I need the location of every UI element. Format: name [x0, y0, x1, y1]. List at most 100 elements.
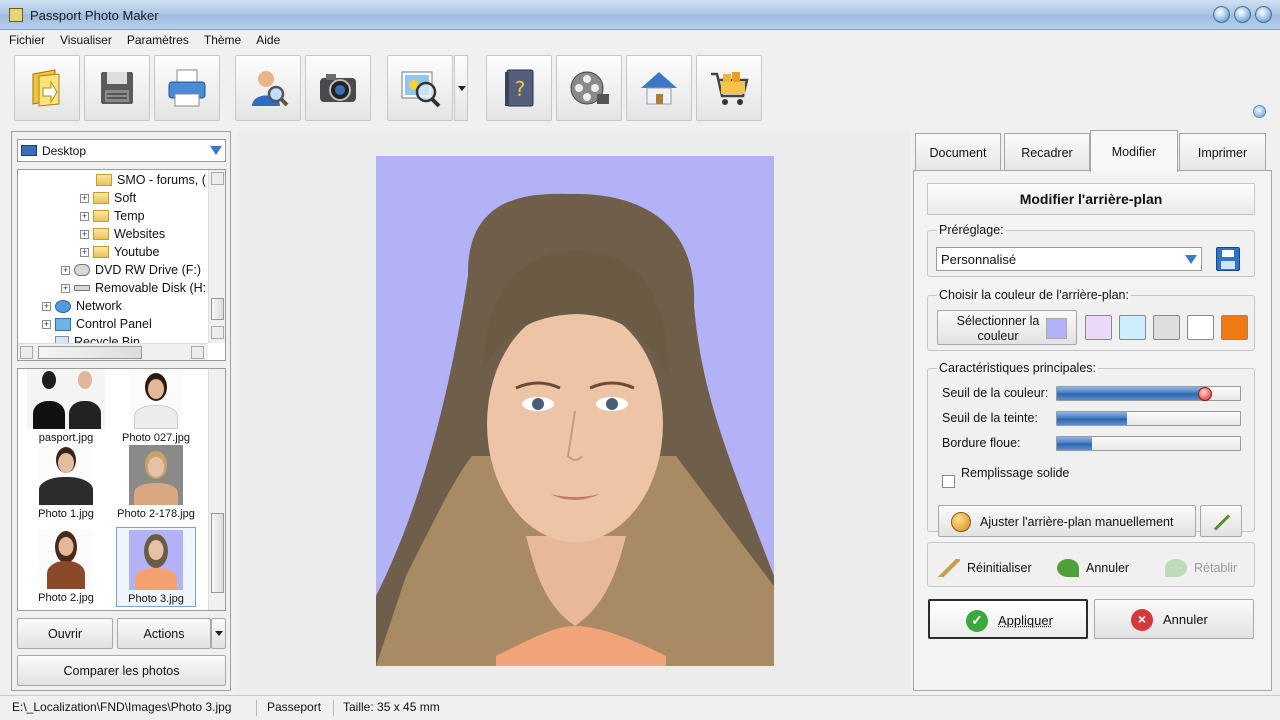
image-zoom-button[interactable] — [387, 55, 453, 121]
scroll-down-arrow[interactable] — [211, 326, 224, 339]
tab-imprimer[interactable]: Imprimer — [1179, 133, 1266, 171]
thumbnails-scrollbar[interactable] — [208, 369, 225, 610]
tab-document[interactable]: Document — [915, 133, 1001, 171]
tree-item[interactable]: + Control Panel — [42, 315, 152, 333]
network-icon — [55, 299, 71, 313]
solid-fill-checkbox[interactable] — [942, 475, 955, 488]
thumbnail-item[interactable]: Photo 2.jpg — [26, 529, 106, 604]
scroll-right-arrow[interactable] — [191, 346, 204, 359]
maximize-button[interactable] — [1234, 6, 1251, 23]
tree-item-label: SMO - forums, ( — [117, 173, 206, 187]
tab-recadrer[interactable]: Recadrer — [1004, 133, 1090, 171]
hue-threshold-slider[interactable] — [1056, 411, 1241, 426]
expand-icon[interactable]: + — [42, 319, 51, 329]
compare-photos-button[interactable]: Comparer les photos — [17, 655, 226, 686]
expand-icon[interactable]: + — [80, 247, 89, 257]
tree-item-label: DVD RW Drive (F:) — [95, 263, 202, 277]
dvd-drive-icon — [74, 264, 90, 276]
open-photo-button[interactable]: Ouvrir — [17, 618, 113, 649]
menu-aide[interactable]: Aide — [247, 30, 286, 50]
slider-handle[interactable] — [1198, 387, 1212, 401]
actions-dropdown[interactable] — [211, 618, 226, 649]
thumbnail-image — [27, 369, 105, 429]
blur-border-slider[interactable] — [1056, 436, 1241, 451]
thumbnail-item[interactable]: pasport.jpg — [26, 369, 106, 444]
thumbnail-item[interactable]: Photo 1.jpg — [26, 445, 106, 520]
menu-visualiser[interactable]: Visualiser — [51, 30, 118, 50]
print-button[interactable] — [154, 55, 220, 121]
scroll-thumb[interactable] — [211, 513, 224, 593]
help-button[interactable]: ? — [486, 55, 552, 121]
menu-theme[interactable]: Thème — [195, 30, 247, 50]
person-search-button[interactable] — [235, 55, 301, 121]
tree-item[interactable]: + Youtube — [80, 243, 159, 261]
passport-photo[interactable] — [376, 156, 774, 666]
thumbnail-item-selected[interactable]: Photo 3.jpg — [116, 527, 196, 607]
swatch-orange[interactable] — [1221, 315, 1248, 340]
expand-icon[interactable]: + — [61, 265, 70, 275]
tree-item[interactable]: + Removable Disk (H: — [61, 279, 206, 297]
control-panel-icon — [55, 317, 71, 331]
shop-button[interactable] — [696, 55, 762, 121]
desktop-icon — [21, 145, 37, 156]
camera-icon — [320, 74, 356, 102]
tree-item[interactable]: + Temp — [80, 207, 145, 225]
help-book-icon: ? — [505, 69, 534, 107]
tab-modifier[interactable]: Modifier — [1090, 130, 1178, 172]
scroll-thumb[interactable] — [38, 346, 142, 359]
reset-label: Réinitialiser — [967, 561, 1032, 575]
tree-item[interactable]: + Soft — [80, 189, 136, 207]
minimize-button[interactable] — [1213, 6, 1230, 23]
save-button[interactable] — [84, 55, 150, 121]
magic-wand-button[interactable] — [1200, 505, 1242, 537]
color-threshold-label: Seuil de la couleur: — [942, 386, 1049, 400]
expand-icon[interactable]: + — [42, 301, 51, 311]
menu-parametres[interactable]: Paramètres — [118, 30, 195, 50]
main-params-label: Caractéristiques principales: — [937, 361, 1099, 375]
tree-item[interactable]: + Websites — [80, 225, 165, 243]
scroll-down-arrow[interactable] — [211, 595, 224, 608]
thumbnail-item[interactable]: Photo 2-178.jpg — [116, 445, 196, 520]
apply-button[interactable]: ✓ Appliquer — [928, 599, 1088, 639]
actions-button[interactable]: Actions — [117, 618, 211, 649]
swatch-gray[interactable] — [1153, 315, 1180, 340]
swatch-white[interactable] — [1187, 315, 1214, 340]
expand-icon[interactable]: + — [61, 283, 70, 293]
select-color-button[interactable]: Sélectionner la couleur — [937, 310, 1077, 345]
preset-dropdown[interactable]: Personnalisé — [936, 247, 1202, 271]
scroll-up-arrow[interactable] — [211, 172, 224, 185]
menu-fichier[interactable]: Fichier — [0, 30, 51, 50]
thumbnail-image — [129, 530, 183, 590]
panel-title: Modifier l'arrière-plan — [927, 183, 1255, 215]
folder-tree: SMO - forums, ( + Soft + Temp + Websites + Y… — [17, 169, 226, 361]
video-button[interactable] — [556, 55, 622, 121]
cancel-button[interactable]: × Annuler — [1094, 599, 1254, 639]
expand-icon[interactable]: + — [80, 211, 89, 221]
home-button[interactable] — [626, 55, 692, 121]
open-button[interactable] — [14, 55, 80, 121]
tree-item[interactable]: + Network — [42, 297, 122, 315]
tree-item[interactable]: + DVD RW Drive (F:) — [61, 261, 201, 279]
color-threshold-slider[interactable] — [1056, 386, 1241, 401]
thumbnail-item[interactable]: Photo 027.jpg — [116, 369, 196, 444]
save-preset-icon[interactable] — [1216, 247, 1240, 271]
tree-item[interactable]: SMO - forums, ( — [96, 171, 206, 189]
close-panel-icon[interactable]: × — [1253, 105, 1266, 118]
expand-icon[interactable]: + — [80, 193, 89, 203]
undo-button[interactable]: Annuler — [1057, 559, 1129, 577]
camera-button[interactable] — [305, 55, 371, 121]
location-dropdown[interactable]: Desktop — [17, 139, 226, 162]
swatch-lavender[interactable] — [1085, 315, 1112, 340]
expand-icon[interactable]: + — [80, 229, 89, 239]
tree-vertical-scrollbar[interactable] — [208, 170, 225, 343]
scroll-thumb[interactable] — [211, 298, 224, 320]
adjust-background-manually-button[interactable]: Ajuster l'arrière-plan manuellement — [938, 505, 1196, 537]
reset-button[interactable]: Réinitialiser — [938, 559, 1032, 577]
tree-horizontal-scrollbar[interactable] — [18, 343, 208, 360]
close-window-button[interactable] — [1255, 6, 1272, 23]
swatch-light-blue[interactable] — [1119, 315, 1146, 340]
brush-icon — [938, 559, 960, 577]
scroll-left-arrow[interactable] — [20, 346, 33, 359]
image-zoom-dropdown[interactable] — [454, 55, 468, 121]
current-color-swatch — [1046, 318, 1067, 339]
